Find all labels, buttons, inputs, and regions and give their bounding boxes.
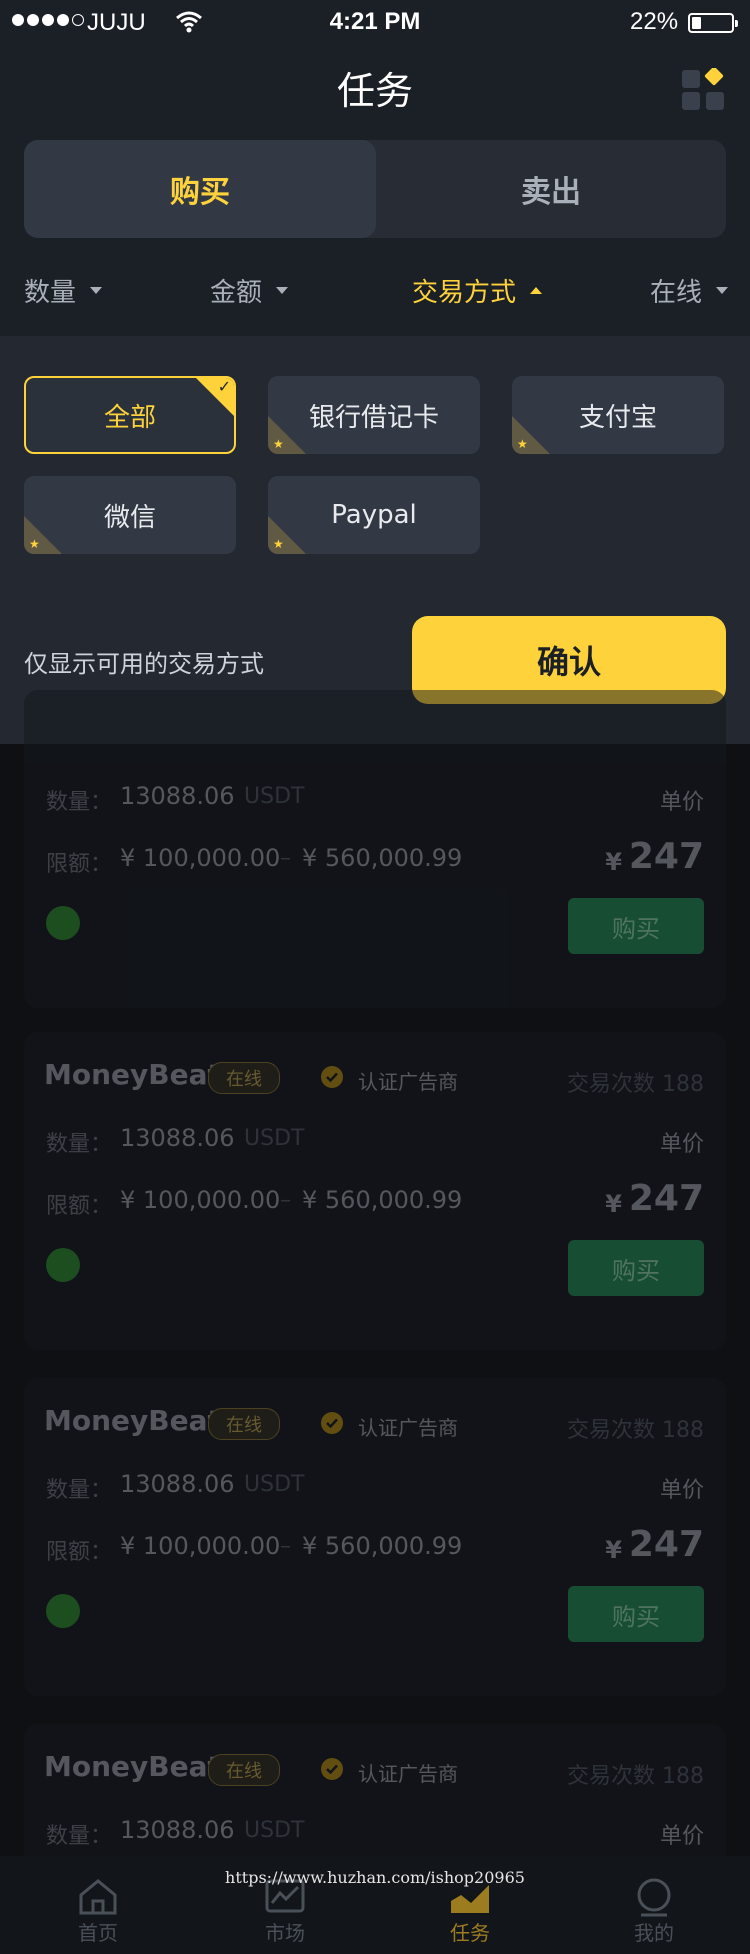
available-methods-note: 仅显示可用的交易方式	[24, 650, 264, 678]
tab-market-label: 市场	[265, 1921, 305, 1945]
certified-label: 认证广告商	[358, 1762, 458, 1786]
method-chip-bank-card[interactable]: 银行借记卡 ★	[268, 376, 480, 454]
caret-down-icon	[90, 287, 103, 294]
page-title: 任务	[336, 69, 413, 113]
caret-up-icon	[530, 287, 543, 294]
filter-method[interactable]: 交易方式	[412, 272, 543, 309]
offer-list: 数量： 13088.06 USDT 单价 限额： ¥ 100,000.00 – …	[0, 690, 750, 1856]
filter-method-label: 交易方式	[412, 278, 517, 308]
method-chip-label: 支付宝	[578, 402, 657, 433]
method-chip-paypal[interactable]: Paypal ★	[268, 476, 480, 554]
star-icon: ★	[517, 437, 528, 451]
certified-label: 认证广告商	[358, 1416, 458, 1440]
filter-amount-label: 金额	[210, 278, 263, 308]
filter-online[interactable]: 在线	[650, 272, 729, 309]
tab-sell[interactable]: 卖出	[376, 140, 726, 238]
verified-badge-icon	[321, 1412, 343, 1434]
method-chip-label: 全部	[103, 402, 156, 433]
checkmark-icon: ✓	[217, 377, 231, 396]
wechat-icon	[46, 1248, 80, 1282]
offer-card: MoneyBeat 在线 认证广告商 交易次数 188 数量： 13088.06…	[24, 1724, 726, 1856]
tab-tasks-label: 任务	[450, 1921, 490, 1945]
method-chip-all[interactable]: 全部 ✓	[24, 376, 236, 454]
battery-icon	[688, 13, 738, 33]
offer-card: MoneyBeat 在线 认证广告商 交易次数 188 数量： 13088.06…	[24, 1032, 726, 1350]
buy-button[interactable]: 购买	[568, 1586, 704, 1642]
star-icon: ★	[273, 537, 284, 551]
watermark-text: https://www.huzhan.com/ishop20965	[225, 1868, 525, 1887]
verified-badge-icon	[321, 1758, 343, 1780]
star-icon: ★	[273, 437, 284, 451]
filter-amount[interactable]: 金额	[210, 272, 289, 309]
method-chip-wechat[interactable]: 微信 ★	[24, 476, 236, 554]
online-badge: 在线	[208, 1062, 280, 1094]
buy-button[interactable]: 购买	[568, 1240, 704, 1296]
method-chip-label: 银行借记卡	[308, 402, 439, 433]
trade-count: 交易次数 188	[567, 1418, 704, 1443]
wechat-icon	[46, 1594, 80, 1628]
grid-menu-icon[interactable]	[682, 68, 726, 112]
certified-label: 认证广告商	[358, 1070, 458, 1094]
buy-button[interactable]: 购买	[568, 898, 704, 954]
verified-badge-icon	[321, 1066, 343, 1088]
tab-buy[interactable]: 购买	[24, 140, 376, 238]
trade-count: 交易次数 188	[567, 1764, 704, 1789]
method-chip-label: Paypal	[331, 500, 417, 530]
battery-percent: 22%	[630, 8, 679, 35]
filter-online-label: 在线	[650, 278, 703, 308]
method-chip-alipay[interactable]: 支付宝 ★	[512, 376, 724, 454]
merchant-name: MoneyBeat	[44, 1404, 221, 1437]
merchant-name: MoneyBeat	[44, 1750, 221, 1783]
star-icon: ★	[29, 537, 40, 551]
online-badge: 在线	[208, 1754, 280, 1786]
filter-quantity-label: 数量	[24, 278, 77, 308]
wechat-icon	[46, 906, 80, 940]
tab-home-label: 首页	[78, 1921, 118, 1945]
caret-down-icon	[716, 287, 729, 294]
offer-card: 数量： 13088.06 USDT 单价 限额： ¥ 100,000.00 – …	[24, 690, 726, 1008]
filter-quantity[interactable]: 数量	[24, 272, 103, 309]
online-badge: 在线	[208, 1408, 280, 1440]
caret-down-icon	[276, 287, 289, 294]
method-chip-label: 微信	[103, 502, 156, 533]
offer-card: MoneyBeat 在线 认证广告商 交易次数 188 数量： 13088.06…	[24, 1378, 726, 1696]
tab-mine-label: 我的	[634, 1921, 674, 1945]
trade-count: 交易次数 188	[567, 1072, 704, 1097]
merchant-name: MoneyBeat	[44, 1058, 221, 1091]
